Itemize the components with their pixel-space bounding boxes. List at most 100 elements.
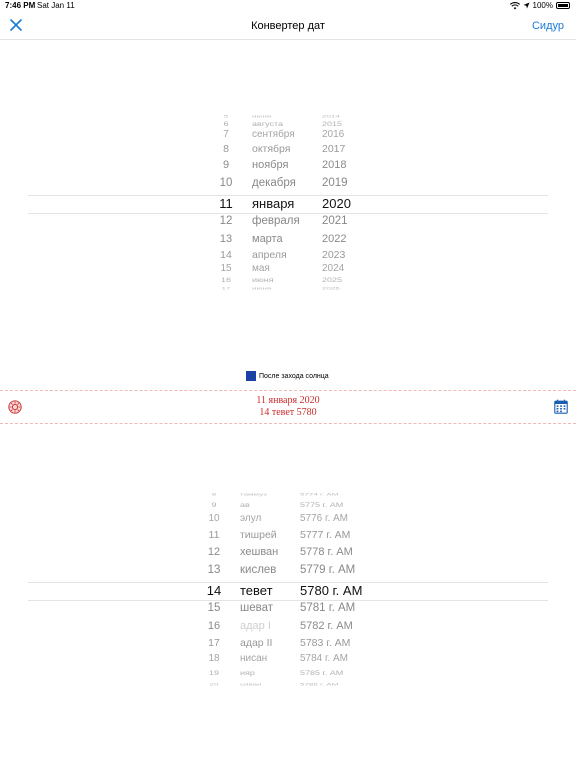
location-icon [523,2,530,9]
battery-percent: 100% [532,1,553,10]
picker-row-selected[interactable]: 14 тевет 5780 г. AM [28,583,548,599]
nav-bar: Конвертер дат Сидур [0,12,576,40]
picker-year: 2017 [322,143,346,155]
hebrew-date-picker[interactable]: 8 таммуз 5774 г. AM 9 ав 5775 г. AM 10 элул 5776… [28,490,548,700]
picker-year: 5783 г. AM [300,637,351,649]
picker-day: 10 [208,513,220,524]
picker-month: адар II [240,637,273,649]
picker-day: 12 [207,546,221,558]
result-text: 11 января 2020 14 тевет 5780 [0,395,576,419]
picker-month: ав [240,501,250,509]
picker-year: 5777 г. AM [300,529,351,541]
status-time: 7:46 PM [5,1,36,10]
after-sunset-label: После захода солнца [259,372,329,380]
picker-selection-bottom-line [28,600,548,601]
picker-row[interactable]: 19 ияр 5785 г. AM [28,669,548,681]
picker-year: 2018 [322,159,347,171]
picker-day: 5 [223,114,229,119]
picker-month: тевет [240,583,273,598]
picker-row[interactable]: 8 октября 2017 [28,143,548,159]
picker-year: 2019 [322,177,348,189]
picker-row[interactable]: 12 февраля 2021 [28,215,548,231]
picker-month: августа [252,120,283,128]
picker-month: июня [252,276,274,284]
picker-year: 5780 г. AM [300,583,363,598]
picker-row[interactable]: 15 шеват 5781 г. AM [28,602,548,618]
picker-month: кислев [240,564,277,576]
picker-year: 5776 г. AM [300,513,349,524]
conversion-result: 11 января 2020 14 тевет 5780 [0,390,576,424]
picker-year: 2016 [322,129,345,140]
page-title: Конвертер дат [251,20,325,32]
picker-month: ноября [252,159,289,171]
picker-year: 5779 г. AM [300,564,356,576]
picker-year: 5784 г. AM [300,653,349,664]
status-bar: 7:46 PM Sat Jan 11 100% [0,0,576,12]
picker-month: таммуз [240,492,267,497]
picker-day: 7 [223,129,229,140]
picker-day: 17 [221,286,231,291]
picker-month: нисан [240,653,268,664]
picker-year: 2026 [322,286,340,291]
picker-year: 2024 [322,263,345,274]
picker-month: февраля [252,215,300,227]
siddur-button[interactable]: Сидур [532,20,564,32]
picker-day: 15 [207,602,221,614]
picker-month: шеват [240,602,274,614]
picker-year: 2014 [322,114,340,119]
calendar-icon[interactable] [554,399,568,414]
picker-month: июня [252,114,272,119]
picker-row[interactable]: 17 июня 2026 [28,286,548,293]
picker-day: 16 [207,620,221,632]
picker-row[interactable]: 10 элул 5776 г. AM [28,513,548,529]
picker-day: 9 [222,159,230,171]
picker-year: 2015 [322,120,343,128]
picker-row[interactable]: 10 декабря 2019 [28,177,548,193]
picker-year: 2023 [322,249,346,261]
picker-row[interactable]: 9 ноября 2018 [28,159,548,175]
picker-month: марта [252,233,283,245]
picker-month: октября [252,143,291,155]
picker-month: января [252,196,295,211]
picker-row[interactable]: 17 адар II 5783 г. AM [28,637,548,653]
picker-year: 5782 г. AM [300,620,353,632]
picker-day: 12 [219,215,233,227]
picker-year: 5785 г. AM [300,669,344,677]
gregorian-date-picker[interactable]: 5 июня 2014 6 августа 2015 7 сентября 2016 8 октяб… [28,100,548,310]
picker-year: 5781 г. AM [300,602,356,614]
after-sunset-checkbox[interactable] [246,371,256,381]
result-hebrew-date: 14 тевет 5780 [259,407,317,418]
status-date: Sat Jan 11 [37,1,75,10]
picker-day: 15 [220,263,232,274]
picker-day: 11 [208,529,220,541]
picker-row[interactable]: 13 марта 2022 [28,233,548,249]
picker-day: 8 [223,143,229,155]
picker-day: 20 [209,682,219,687]
picker-year: 2025 [322,276,343,284]
picker-row-selected[interactable]: 11 января 2020 [28,196,548,212]
picker-month: сентября [252,129,295,140]
picker-day: 6 [223,120,229,128]
picker-row[interactable]: 9 ав 5775 г. AM [28,501,548,513]
status-right: 100% [509,1,570,10]
after-sunset-toggle[interactable]: После захода солнца [246,371,329,381]
battery-icon [556,2,570,9]
picker-day: 10 [219,177,233,189]
picker-day: 13 [207,564,221,576]
picker-row[interactable]: 12 хешван 5778 г. AM [28,546,548,562]
picker-month: мая [252,263,270,274]
picker-year: 5778 г. AM [300,546,353,558]
picker-selection-bottom-line [28,213,548,214]
picker-row[interactable]: 8 таммуз 5774 г. AM [28,492,548,499]
picker-row[interactable]: 11 тишрей 5777 г. AM [28,529,548,545]
picker-row[interactable]: 13 кислев 5779 г. AM [28,564,548,580]
picker-month: адар I [240,620,271,632]
picker-month: июня [252,286,272,291]
picker-row[interactable]: 16 адар I 5782 г. AM [28,620,548,636]
picker-day: 14 [206,583,222,598]
picker-month: хешван [240,546,279,558]
picker-row[interactable]: 18 нисан 5784 г. AM [28,653,548,669]
picker-row[interactable]: 20 сиван 5786 г. AM [28,682,548,689]
picker-month: тишрей [240,529,277,541]
picker-month: ияр [240,669,255,677]
